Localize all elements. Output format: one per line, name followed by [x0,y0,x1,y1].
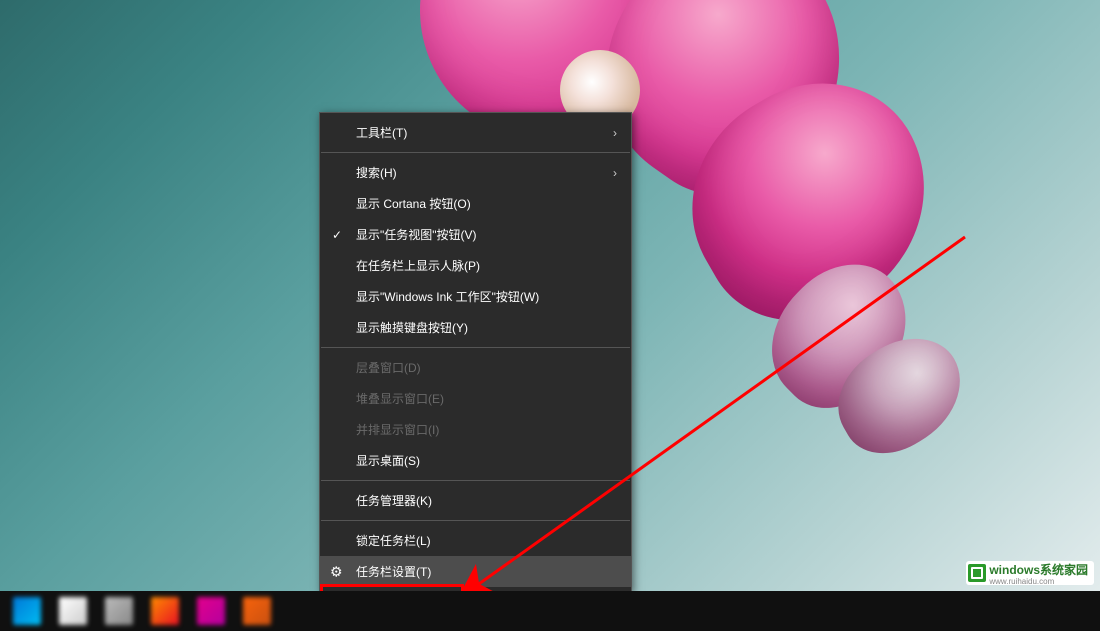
menu-show-taskview[interactable]: ✓ 显示"任务视图"按钮(V) [320,219,631,250]
menu-cascade-label: 层叠窗口(D) [356,359,421,376]
menu-stacked: 堆叠显示窗口(E) [320,383,631,414]
taskbar-icon-start[interactable] [13,597,41,625]
taskbar-icon-app2[interactable] [197,597,225,625]
taskbar-context-menu: 工具栏(T) › 搜索(H) › 显示 Cortana 按钮(O) ✓ 显示"任… [319,112,632,592]
menu-task-manager-label: 任务管理器(K) [356,492,432,509]
menu-show-people[interactable]: 在任务栏上显示人脉(P) [320,250,631,281]
menu-lock-taskbar-label: 锁定任务栏(L) [356,532,431,549]
menu-sidebyside-label: 并排显示窗口(I) [356,421,439,438]
menu-stacked-label: 堆叠显示窗口(E) [356,390,444,407]
menu-toolbars[interactable]: 工具栏(T) › [320,117,631,148]
taskbar-icon-app3[interactable] [243,597,271,625]
menu-show-touch-kb[interactable]: 显示触摸键盘按钮(Y) [320,312,631,343]
menu-cascade: 层叠窗口(D) [320,352,631,383]
watermark-url: www.ruihaidu.com [989,578,1088,586]
menu-show-ink[interactable]: 显示"Windows Ink 工作区"按钮(W) [320,281,631,312]
menu-show-cortana-label: 显示 Cortana 按钮(O) [356,195,471,212]
menu-show-desktop[interactable]: 显示桌面(S) [320,445,631,476]
taskbar-icon-app1[interactable] [151,597,179,625]
menu-show-ink-label: 显示"Windows Ink 工作区"按钮(W) [356,288,539,305]
menu-taskbar-settings[interactable]: ⚙ 任务栏设置(T) [320,556,631,587]
menu-separator [321,480,630,481]
menu-show-touch-kb-label: 显示触摸键盘按钮(Y) [356,319,468,336]
check-icon: ✓ [332,228,342,242]
menu-search-label: 搜索(H) [356,164,397,181]
menu-show-cortana[interactable]: 显示 Cortana 按钮(O) [320,188,631,219]
chevron-right-icon: › [613,126,617,140]
menu-separator [321,520,630,521]
menu-separator [321,347,630,348]
desktop-wallpaper: 工具栏(T) › 搜索(H) › 显示 Cortana 按钮(O) ✓ 显示"任… [0,0,1100,631]
menu-sidebyside: 并排显示窗口(I) [320,414,631,445]
menu-taskbar-settings-label: 任务栏设置(T) [356,563,431,580]
menu-lock-taskbar[interactable]: 锁定任务栏(L) [320,525,631,556]
menu-separator [321,152,630,153]
chevron-right-icon: › [613,166,617,180]
taskbar-icon-search[interactable] [59,597,87,625]
menu-show-taskview-label: 显示"任务视图"按钮(V) [356,226,477,243]
watermark-icon [968,564,986,582]
menu-search[interactable]: 搜索(H) › [320,157,631,188]
menu-task-manager[interactable]: 任务管理器(K) [320,485,631,516]
menu-show-people-label: 在任务栏上显示人脉(P) [356,257,480,274]
menu-toolbars-label: 工具栏(T) [356,124,407,141]
gear-icon: ⚙ [330,563,343,580]
menu-show-desktop-label: 显示桌面(S) [356,452,420,469]
watermark-text: windows系统家园 [989,563,1088,577]
watermark-logo: windows系统家园 www.ruihaidu.com [966,561,1094,585]
taskbar[interactable] [0,591,1100,631]
taskbar-icon-taskview[interactable] [105,597,133,625]
